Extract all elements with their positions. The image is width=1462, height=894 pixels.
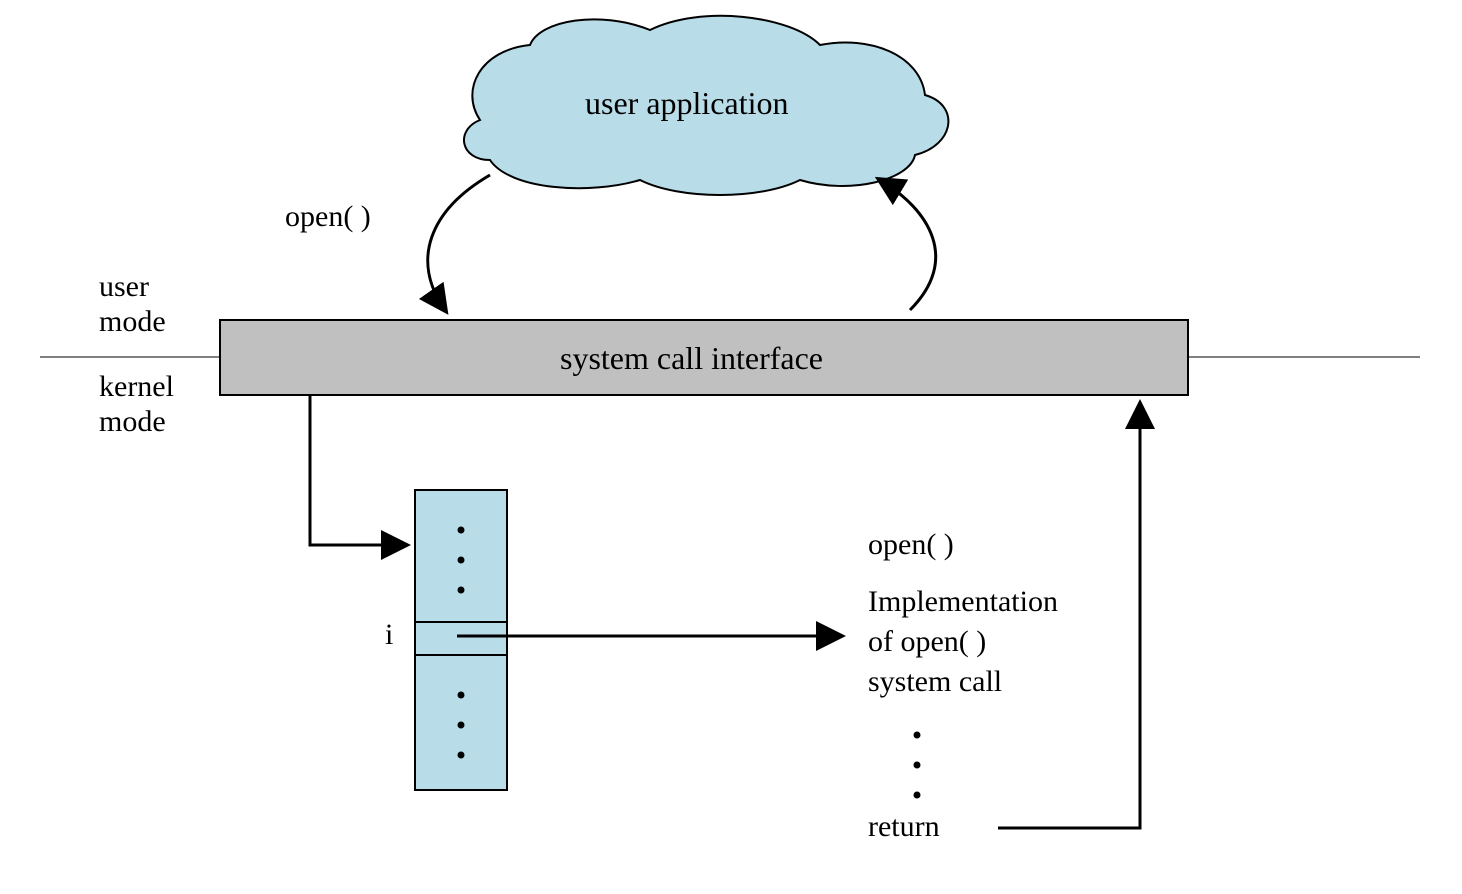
table-dot [458, 557, 465, 564]
table-dot [458, 752, 465, 759]
impl-line2: of open( ) [868, 625, 986, 659]
impl-dot [914, 792, 921, 799]
table-index-label: i [385, 618, 393, 652]
table-dot [458, 722, 465, 729]
impl-dot [914, 762, 921, 769]
impl-line1: Implementation [868, 585, 1058, 619]
impl-line3: system call [868, 665, 1002, 699]
syscall-table [415, 490, 507, 790]
impl-open-label: open( ) [868, 528, 954, 562]
arrow-return-to-app [880, 180, 936, 310]
kernel-mode-label-2: mode [99, 405, 166, 439]
sci-label: system call interface [560, 340, 823, 377]
impl-dot [914, 732, 921, 739]
user-mode-label-2: mode [99, 305, 166, 339]
kernel-mode-label-1: kernel [99, 370, 174, 404]
table-dot [458, 692, 465, 699]
user-mode-label-1: user [99, 270, 149, 304]
user-application-label: user application [585, 85, 788, 122]
arrow-sci-to-table [310, 395, 405, 545]
table-dot [458, 587, 465, 594]
table-dot [458, 527, 465, 534]
arrow-open-call [428, 175, 490, 310]
return-label: return [868, 810, 940, 844]
open-call-label: open( ) [285, 200, 371, 234]
